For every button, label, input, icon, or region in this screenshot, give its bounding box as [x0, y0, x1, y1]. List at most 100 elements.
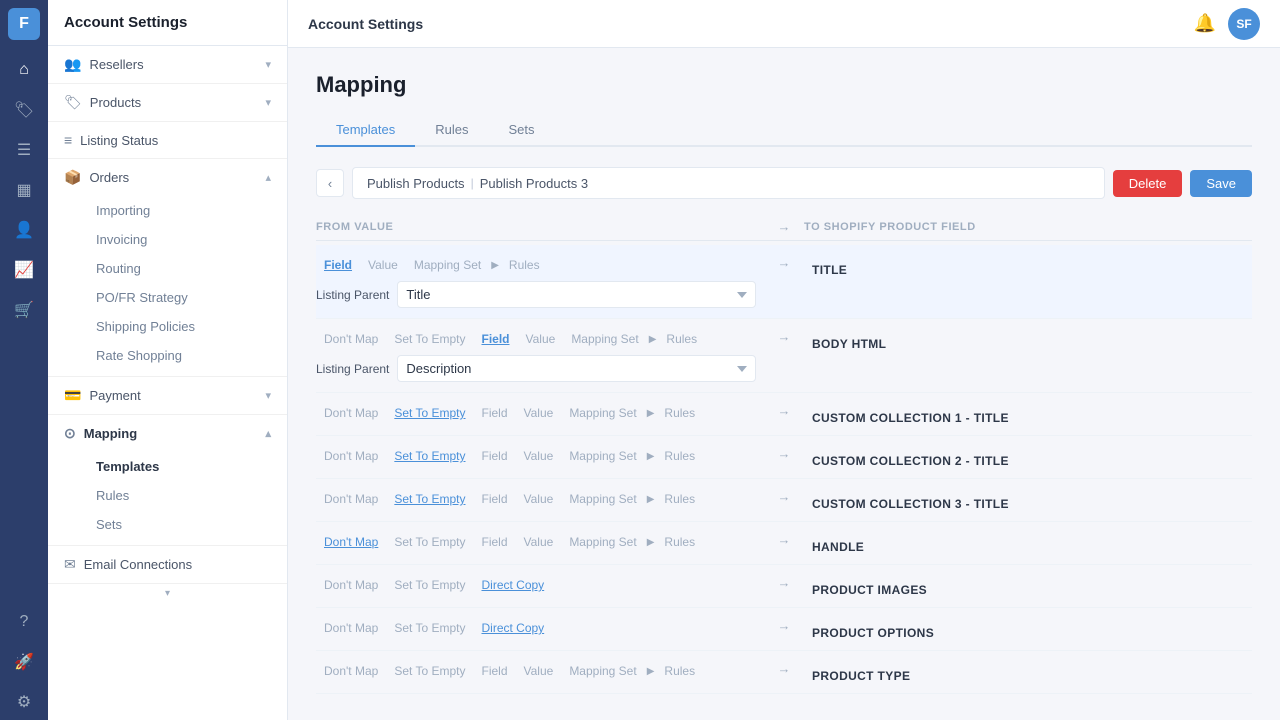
opt-field-pt[interactable]: Field	[473, 661, 515, 681]
home-icon[interactable]: ⌂	[6, 52, 42, 88]
sidebar-item-mapping[interactable]: ⊙ Mapping ▴	[48, 415, 287, 452]
breadcrumb-root[interactable]: Publish Products	[361, 176, 471, 191]
email-connections-label: Email Connections	[84, 557, 192, 572]
settings-icon[interactable]: ⚙	[6, 684, 42, 720]
sidebar-item-products[interactable]: 🏷 Products ▾	[48, 84, 287, 121]
opt-mapping-set-cc1[interactable]: Mapping Set	[561, 403, 644, 423]
orders-icon-sidebar: 📦	[64, 169, 81, 186]
opt-arrow-cc2: ▶	[645, 451, 657, 462]
opt-dont-map-cc2[interactable]: Don't Map	[316, 446, 386, 466]
opt-rules-pt[interactable]: Rules	[656, 661, 703, 681]
opt-field-body-html[interactable]: Field	[473, 329, 517, 349]
sidebar-item-shipping-policies[interactable]: Shipping Policies	[88, 312, 271, 341]
mapping-arrow-title: →	[764, 255, 804, 270]
delete-button[interactable]: Delete	[1113, 170, 1183, 197]
opt-rules-handle[interactable]: Rules	[656, 532, 703, 552]
help-icon[interactable]: ?	[6, 604, 42, 640]
opt-mapping-set-title[interactable]: Mapping Set	[406, 255, 489, 275]
opt-value-cc1[interactable]: Value	[516, 403, 562, 423]
dropdown-row-title: Listing Parent Title	[316, 281, 756, 308]
save-button[interactable]: Save	[1190, 170, 1252, 197]
from-value-product-options: Don't Map Set To Empty Direct Copy	[316, 618, 756, 638]
sidebar-item-resellers[interactable]: 👥 Resellers ▾	[48, 46, 287, 83]
opt-field-handle[interactable]: Field	[473, 532, 515, 552]
opt-field-cc3[interactable]: Field	[473, 489, 515, 509]
opt-dont-map-cc3[interactable]: Don't Map	[316, 489, 386, 509]
opt-direct-copy-po[interactable]: Direct Copy	[473, 618, 552, 638]
opt-dont-map-body-html[interactable]: Don't Map	[316, 329, 386, 349]
sidebar-item-listing-status[interactable]: ≡ Listing Status	[48, 122, 287, 158]
opt-rules-cc1[interactable]: Rules	[656, 403, 703, 423]
opt-value-title[interactable]: Value	[360, 255, 406, 275]
opt-mapping-set-pt[interactable]: Mapping Set	[561, 661, 644, 681]
sidebar-item-rate-shopping[interactable]: Rate Shopping	[88, 341, 271, 370]
sidebar-item-rules[interactable]: Rules	[88, 481, 271, 510]
sidebar-title: Account Settings	[48, 0, 287, 46]
opt-dont-map-handle[interactable]: Don't Map	[316, 532, 386, 552]
opt-set-empty-body-html[interactable]: Set To Empty	[386, 329, 473, 349]
user-avatar[interactable]: SF	[1228, 8, 1260, 40]
opt-field-cc1[interactable]: Field	[473, 403, 515, 423]
dropdown-select-body-html[interactable]: Description	[397, 355, 756, 382]
to-field-cc3: CUSTOM COLLECTION 3 - TITLE	[812, 489, 1252, 511]
back-button[interactable]: ‹	[316, 169, 344, 197]
mapping-row-custom-col-2: Don't Map Set To Empty Field Value Mappi…	[316, 436, 1252, 479]
opt-rules-cc2[interactable]: Rules	[656, 446, 703, 466]
opt-set-empty-cc1[interactable]: Set To Empty	[386, 403, 473, 423]
opt-set-empty-pi[interactable]: Set To Empty	[386, 575, 473, 595]
opt-mapping-set-cc3[interactable]: Mapping Set	[561, 489, 644, 509]
opt-mapping-set-cc2[interactable]: Mapping Set	[561, 446, 644, 466]
opt-value-cc3[interactable]: Value	[516, 489, 562, 509]
opt-direct-copy-pi[interactable]: Direct Copy	[473, 575, 552, 595]
sidebar-item-payment[interactable]: 💳 Payment ▾	[48, 377, 287, 414]
mapping-row-product-images: Don't Map Set To Empty Direct Copy → PRO…	[316, 565, 1252, 608]
sidebar-section-listing-status: ≡ Listing Status	[48, 122, 287, 159]
option-row-handle: Don't Map Set To Empty Field Value Mappi…	[316, 532, 756, 552]
opt-set-empty-cc2[interactable]: Set To Empty	[386, 446, 473, 466]
chart-icon[interactable]: 📈	[6, 252, 42, 288]
tag-icon[interactable]: 🏷	[6, 92, 42, 128]
mapping-arrow-po: →	[764, 618, 804, 633]
opt-dont-map-po[interactable]: Don't Map	[316, 618, 386, 638]
rocket-icon[interactable]: 🚀	[6, 644, 42, 680]
tab-sets[interactable]: Sets	[489, 114, 555, 147]
opt-set-empty-handle[interactable]: Set To Empty	[386, 532, 473, 552]
opt-value-handle[interactable]: Value	[516, 532, 562, 552]
opt-rules-title[interactable]: Rules	[501, 255, 548, 275]
opt-mapping-set-handle[interactable]: Mapping Set	[561, 532, 644, 552]
opt-value-body-html[interactable]: Value	[518, 329, 564, 349]
opt-field-cc2[interactable]: Field	[473, 446, 515, 466]
opt-set-empty-pt[interactable]: Set To Empty	[386, 661, 473, 681]
sidebar-item-invoicing[interactable]: Invoicing	[88, 225, 271, 254]
inbox-icon[interactable]: ☰	[6, 132, 42, 168]
to-field-header: TO SHOPIFY PRODUCT FIELD	[804, 221, 1252, 233]
opt-set-empty-cc3[interactable]: Set To Empty	[386, 489, 473, 509]
sidebar-item-routing[interactable]: Routing	[88, 254, 271, 283]
orders-icon[interactable]: ▦	[6, 172, 42, 208]
notification-bell-icon[interactable]: 🔔	[1194, 13, 1216, 34]
cart-icon[interactable]: 🛒	[6, 292, 42, 328]
sidebar-item-po-fr-strategy[interactable]: PO/FR Strategy	[88, 283, 271, 312]
opt-value-cc2[interactable]: Value	[516, 446, 562, 466]
sidebar-item-orders[interactable]: 📦 Orders ▴	[48, 159, 287, 196]
sidebar-item-sets[interactable]: Sets	[88, 510, 271, 539]
option-row-title: Field Value Mapping Set ▶ Rules	[316, 255, 756, 275]
sidebar-item-email-connections[interactable]: ✉ Email Connections	[48, 546, 287, 583]
opt-arrow-body-html: ▶	[647, 334, 659, 345]
sidebar-item-importing[interactable]: Importing	[88, 196, 271, 225]
opt-mapping-set-body-html[interactable]: Mapping Set	[563, 329, 646, 349]
resellers-label: Resellers	[89, 57, 143, 72]
opt-dont-map-pt[interactable]: Don't Map	[316, 661, 386, 681]
sidebar-item-templates[interactable]: Templates	[88, 452, 271, 481]
opt-dont-map-pi[interactable]: Don't Map	[316, 575, 386, 595]
opt-value-pt[interactable]: Value	[516, 661, 562, 681]
opt-set-empty-po[interactable]: Set To Empty	[386, 618, 473, 638]
dropdown-select-title[interactable]: Title	[397, 281, 756, 308]
opt-rules-body-html[interactable]: Rules	[658, 329, 705, 349]
people-icon[interactable]: 👤	[6, 212, 42, 248]
opt-dont-map-cc1[interactable]: Don't Map	[316, 403, 386, 423]
opt-field-title[interactable]: Field	[316, 255, 360, 275]
opt-rules-cc3[interactable]: Rules	[656, 489, 703, 509]
tab-rules[interactable]: Rules	[415, 114, 488, 147]
tab-templates[interactable]: Templates	[316, 114, 415, 147]
